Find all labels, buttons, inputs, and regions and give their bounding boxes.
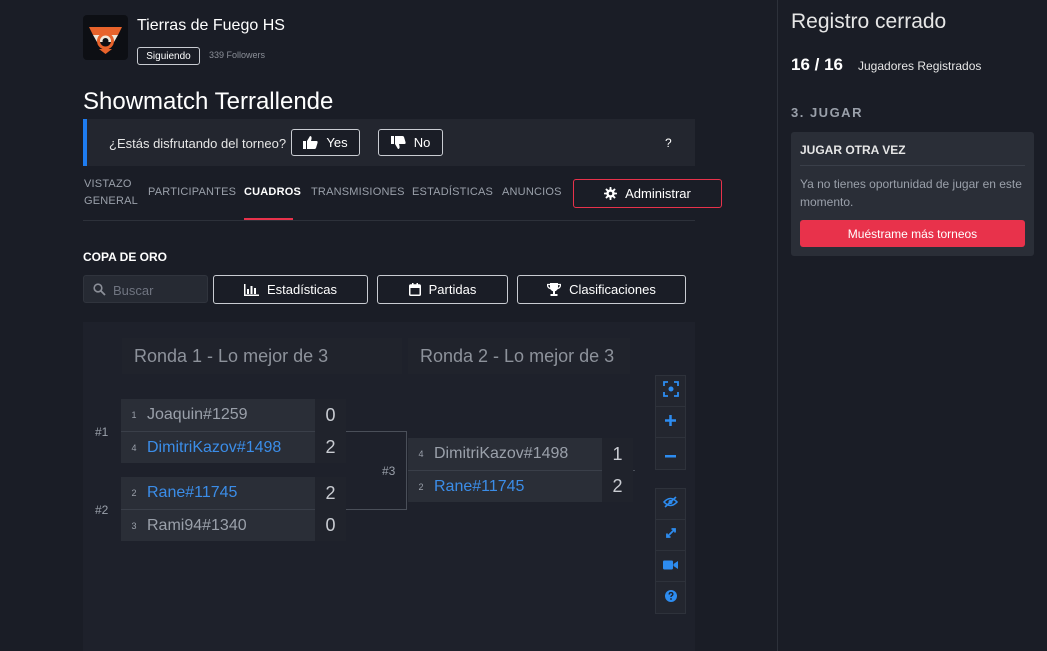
player-name: Joaquin#1259 <box>147 406 248 423</box>
trophy-icon <box>547 283 562 296</box>
connector-line <box>406 431 407 510</box>
play-again-message: Ya no tienes oportunidad de jugar en est… <box>800 177 1022 209</box>
tab-overview[interactable]: VISTAZO GENERAL <box>84 176 138 210</box>
player-seed: 4 <box>131 442 137 453</box>
followers-count: 339 Followers <box>209 50 266 60</box>
organizer-logo[interactable] <box>83 15 128 60</box>
match-3-label: #3 <box>382 464 396 478</box>
feedback-yes-label: Yes <box>326 135 348 150</box>
player-name: DimitriKazov#1498 <box>147 438 282 456</box>
matches-button[interactable]: Partidas <box>377 275 508 304</box>
matches-label: Partidas <box>428 282 477 297</box>
player-score: 2 <box>315 431 346 463</box>
search-box <box>83 275 208 303</box>
thumbs-down-icon <box>390 136 406 149</box>
match-3-player-2[interactable]: 2 Rane#11745 <box>408 470 602 502</box>
tabs-divider <box>83 220 695 221</box>
player-score: 0 <box>315 509 346 541</box>
stream-button[interactable] <box>656 551 685 582</box>
connector-line <box>346 431 407 432</box>
player-name: Rami94#1340 <box>147 516 247 534</box>
tab-overview-line1: VISTAZO <box>84 178 132 190</box>
player-seed: 3 <box>131 520 137 531</box>
feedback-no-button[interactable]: No <box>378 129 443 156</box>
player-seed: 4 <box>418 449 424 459</box>
thumbs-up-icon <box>303 136 319 149</box>
admin-button[interactable]: Administrar <box>573 179 722 208</box>
help-button[interactable] <box>656 582 685 613</box>
organizer-name[interactable]: Tierras de Fuego HS <box>137 17 285 35</box>
play-again-title: JUGAR OTRA VEZ <box>800 143 906 157</box>
player-seed: 2 <box>418 481 424 492</box>
tab-participants[interactable]: PARTICIPANTES <box>148 184 236 201</box>
match-2-label: #2 <box>95 503 109 517</box>
player-seed: 2 <box>131 488 137 498</box>
feedback-no-label: No <box>413 135 431 150</box>
minus-icon <box>665 445 676 463</box>
player-score: 2 <box>602 470 633 502</box>
card-divider <box>800 165 1025 166</box>
bar-chart-icon <box>243 283 259 296</box>
video-camera-icon <box>663 557 678 575</box>
tab-streams[interactable]: TRANSMISIONES <box>311 184 405 201</box>
step-title: 3. JUGAR <box>791 105 863 120</box>
tab-announcements[interactable]: ANUNCIOS <box>502 184 562 201</box>
sidebar-divider <box>777 0 778 651</box>
following-button[interactable]: Siguiendo <box>137 47 200 65</box>
fit-view-button[interactable] <box>656 376 685 407</box>
eye-slash-icon <box>662 495 679 513</box>
expand-icon <box>665 526 677 544</box>
match-1-label: #1 <box>95 425 109 439</box>
round-1-header: Ronda 1 - Lo mejor de 3 <box>122 338 402 374</box>
search-icon <box>93 283 106 301</box>
search-input[interactable] <box>111 281 205 299</box>
match-2-player-1[interactable]: 2 Rane#11745 <box>121 477 315 509</box>
player-score: 1 <box>602 438 633 470</box>
registration-count: 16 / 16 <box>791 55 843 74</box>
hide-toggle-button[interactable] <box>656 489 685 520</box>
tab-overview-line2: GENERAL <box>84 195 138 207</box>
plus-icon <box>665 413 676 431</box>
feedback-yes-button[interactable]: Yes <box>291 129 360 156</box>
feedback-help-link[interactable]: ? <box>665 136 672 150</box>
more-tournaments-button[interactable]: Muéstrame más torneos <box>800 220 1025 247</box>
player-name: Rane#11745 <box>147 484 238 501</box>
standings-button[interactable]: Clasificaciones <box>517 275 686 304</box>
bracket-section-title: COPA DE ORO <box>83 250 168 264</box>
zoom-in-button[interactable] <box>656 407 685 438</box>
player-score: 2 <box>315 477 346 509</box>
zoom-controls <box>655 375 686 470</box>
match-1-player-2[interactable]: 4 DimitriKazov#1498 <box>121 431 315 463</box>
statistics-button[interactable]: Estadísticas <box>213 275 368 304</box>
round-2-header: Ronda 2 - Lo mejor de 3 <box>408 338 630 374</box>
standings-label: Clasificaciones <box>569 282 656 297</box>
match-3-player-1[interactable]: 4 DimitriKazov#1498 <box>408 438 602 470</box>
player-score: 0 <box>315 399 346 431</box>
tournament-title: Showmatch Terrallende <box>83 88 334 115</box>
focus-frame-icon <box>662 380 679 402</box>
player-name: DimitriKazov#1498 <box>434 445 569 462</box>
registration-count-label: Jugadores Registrados <box>858 59 982 73</box>
fullscreen-button[interactable] <box>656 520 685 551</box>
question-circle-icon <box>664 589 677 607</box>
player-seed: 1 <box>131 410 137 420</box>
statistics-label: Estadísticas <box>266 282 338 297</box>
calendar-icon <box>408 283 421 296</box>
gear-icon <box>604 187 618 200</box>
admin-label: Administrar <box>625 186 691 201</box>
match-2-player-2[interactable]: 3 Rami94#1340 <box>121 509 315 541</box>
zoom-out-button[interactable] <box>656 438 685 469</box>
view-controls <box>655 488 686 614</box>
feedback-question: ¿Estás disfrutando del torneo? <box>109 136 287 151</box>
connector-line <box>346 509 407 510</box>
registration-status: Registro cerrado <box>791 10 947 33</box>
tab-statistics[interactable]: ESTADÍSTICAS <box>412 184 493 201</box>
player-name: Rane#11745 <box>434 477 525 495</box>
match-1-player-1[interactable]: 1 Joaquin#1259 <box>121 399 315 431</box>
tab-brackets[interactable]: CUADROS <box>244 184 301 201</box>
